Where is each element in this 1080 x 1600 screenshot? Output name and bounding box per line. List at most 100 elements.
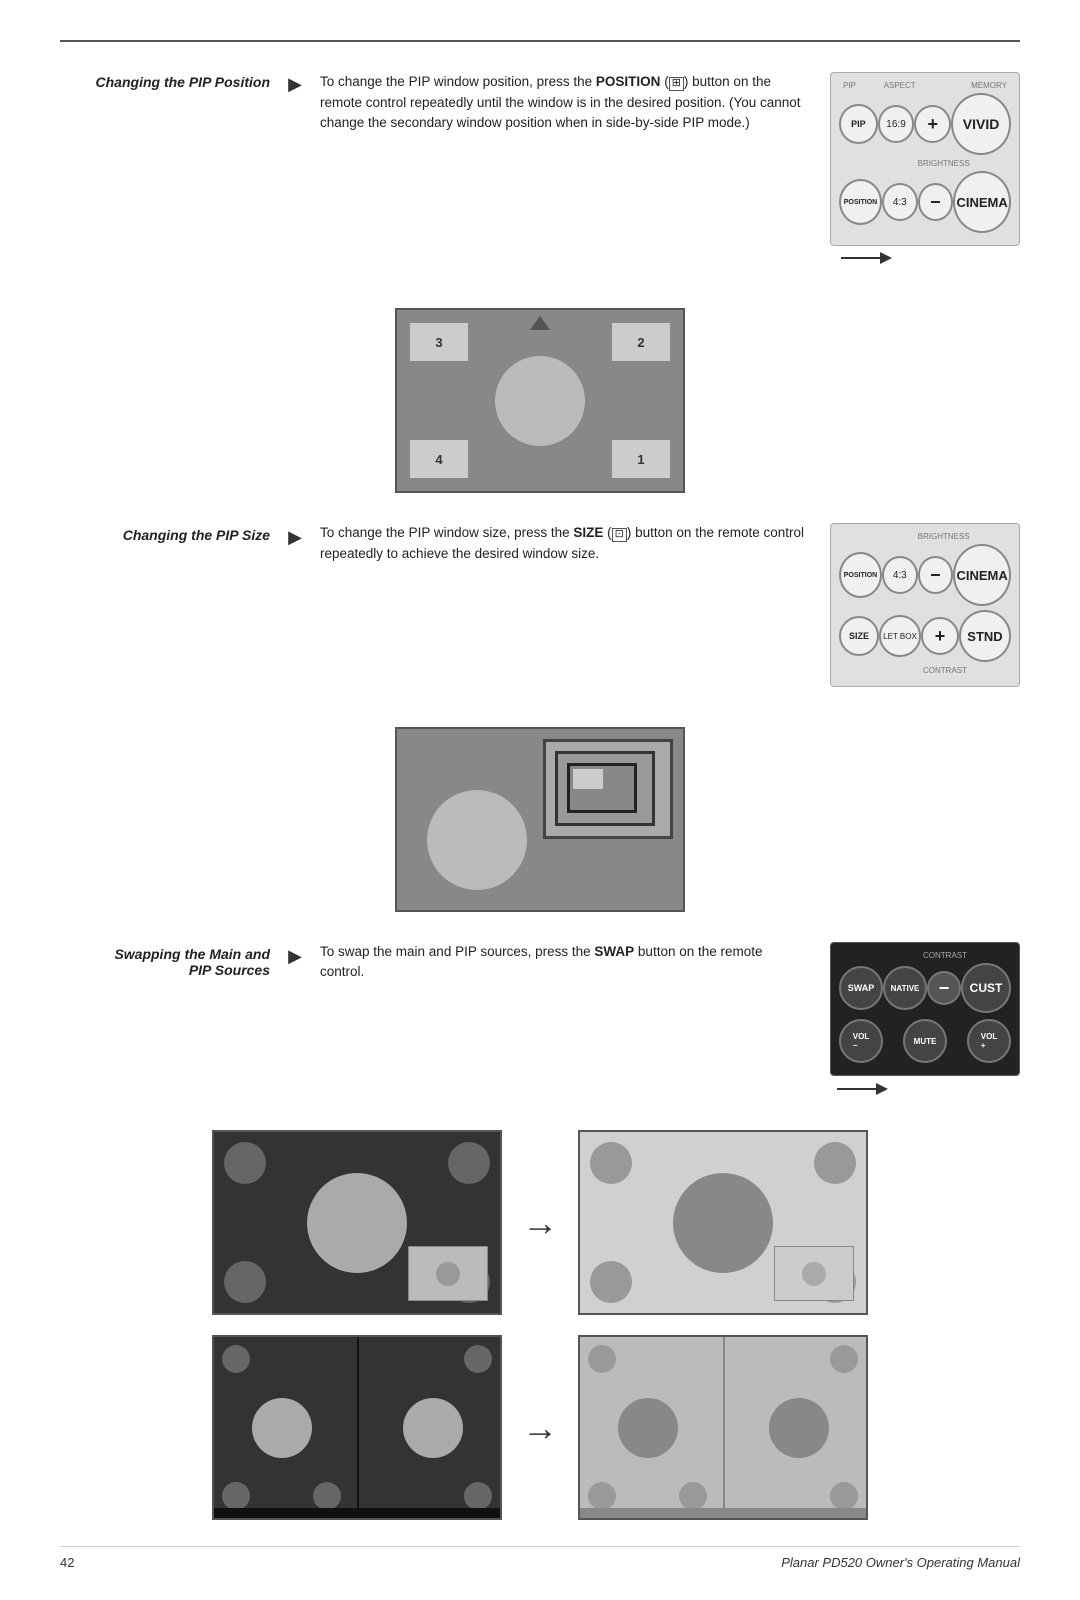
- sbs-left-a: [580, 1337, 715, 1518]
- pip-position-label: Changing the PIP Position: [60, 72, 280, 90]
- swap-btn: SWAP: [839, 966, 883, 1010]
- aspect-43-btn-2: 4:3: [882, 556, 918, 594]
- remote-swap-row-1: SWAP NATIVE − CUST: [839, 963, 1011, 1013]
- vivid-btn: VIVID: [951, 93, 1011, 155]
- swap-row-1: →: [60, 1130, 1020, 1315]
- swap-arrow-svg: [832, 1078, 892, 1100]
- pip-position-content: To change the PIP window position, press…: [310, 72, 810, 133]
- pip-size-title: Changing the PIP Size: [123, 527, 270, 543]
- sbs-bottom-bar: [214, 1508, 500, 1518]
- pip-size-label: Changing the PIP Size: [60, 523, 280, 543]
- remote-swap-label-row-0: CONTRAST: [839, 951, 1011, 960]
- sbs-right: [365, 1337, 500, 1518]
- sbs-circle-la: [618, 1398, 678, 1458]
- corner-tl-a: [590, 1142, 632, 1184]
- swap-after-sbs: [578, 1335, 868, 1520]
- swap-label: Swapping the Main and PIP Sources: [60, 942, 280, 978]
- pip-window-a: [774, 1246, 854, 1301]
- position-btn-2: POSITION: [839, 552, 882, 598]
- sbs-br-ra: [830, 1482, 858, 1510]
- sbs-br-r: [464, 1482, 492, 1510]
- position-icon: ⊞: [669, 77, 684, 91]
- swap-title-line1: Swapping the Main and: [114, 946, 270, 962]
- minus-btn: −: [918, 183, 954, 221]
- pip-center-circle: [495, 356, 585, 446]
- sbs-bl-l: [222, 1482, 250, 1510]
- size-icon: ⊡: [612, 528, 627, 542]
- section-pip-size: Changing the PIP Size ▶ To change the PI…: [60, 523, 1020, 687]
- sbs-circle-l: [252, 1398, 312, 1458]
- swap-arrow-right-1: →: [522, 1202, 558, 1244]
- page-number: 42: [60, 1555, 74, 1570]
- swap-after-pip: [578, 1130, 868, 1315]
- corner-bl-a: [590, 1261, 632, 1303]
- swap-before-sbs: [212, 1335, 502, 1520]
- section-swap: Swapping the Main and PIP Sources ▶ To s…: [60, 942, 1020, 1100]
- pip-size-remote: BRIGHTNESS POSITION 4:3 − CINEMA SIZE LE…: [830, 523, 1020, 687]
- sbs-tl-l: [222, 1345, 250, 1373]
- pip-inner-circle-a: [802, 1262, 826, 1286]
- swap-remote: CONTRAST SWAP NATIVE − CUST VOL− MUTE VO…: [830, 942, 1020, 1100]
- swap-diagrams: →: [60, 1130, 1020, 1520]
- sbs-tr-ra: [830, 1345, 858, 1373]
- size-btn: SIZE: [839, 616, 879, 656]
- cinema-btn-2: CINEMA: [953, 544, 1011, 606]
- section-pip-position: Changing the PIP Position ▶ To change th…: [60, 72, 1020, 268]
- remote-row-2: POSITION 4:3 − CINEMA: [839, 171, 1011, 233]
- top-border: [60, 40, 1020, 42]
- pip-position-arrow: ▶: [280, 72, 310, 95]
- vol-plus-btn: VOL+: [967, 1019, 1011, 1063]
- position-btn: POSITION: [839, 179, 882, 225]
- sbs-divider: [357, 1337, 359, 1518]
- remote-label-row-1: PIP ASPECT MEMORY: [839, 81, 1011, 90]
- sbs-tl-la: [588, 1345, 616, 1373]
- size-bold: SIZE: [573, 525, 603, 540]
- sbs-right-a: [731, 1337, 866, 1518]
- swap-bold: SWAP: [594, 944, 634, 959]
- cust-btn: CUST: [961, 963, 1011, 1013]
- pip-box-2: 2: [611, 322, 671, 362]
- remote-size-row-1: POSITION 4:3 − CINEMA: [839, 544, 1011, 606]
- sbs-br-la: [679, 1482, 707, 1510]
- cinema-btn: CINEMA: [953, 171, 1011, 233]
- pip-box-1: 1: [611, 439, 671, 479]
- minus-btn-2: −: [918, 556, 954, 594]
- pip-size-content: To change the PIP window size, press the…: [310, 523, 810, 564]
- remote-size-row-2: SIZE LET BOX + STND: [839, 610, 1011, 662]
- page-footer: 42 Planar PD520 Owner's Operating Manual: [60, 1546, 1020, 1570]
- pip-inner-circle: [436, 1262, 460, 1286]
- pip-size-diagram: [395, 727, 685, 912]
- swap-row-2: →: [60, 1335, 1020, 1520]
- remote-row-1: PIP 16:9 + VIVID: [839, 93, 1011, 155]
- pip-position-title: Changing the PIP Position: [96, 74, 270, 90]
- position-bold: POSITION: [596, 74, 661, 89]
- swap-arrow-icon: ▶: [288, 946, 302, 966]
- swap-arrow: ▶: [280, 942, 310, 967]
- pip-box-4: 4: [409, 439, 469, 479]
- remote-panel-2: BRIGHTNESS POSITION 4:3 − CINEMA SIZE LE…: [830, 523, 1020, 687]
- remote-size-label-row-0: BRIGHTNESS: [839, 532, 1011, 541]
- pip-size-text: To change the PIP window size, press the…: [320, 523, 810, 564]
- pip-size-diagram-row: [60, 717, 1020, 922]
- letbox-btn: LET BOX: [879, 615, 921, 657]
- swap-text: To swap the main and PIP sources, press …: [320, 942, 810, 983]
- pip-box-3: 3: [409, 322, 469, 362]
- arrow-icon: ▶: [288, 74, 302, 94]
- native-btn: NATIVE: [883, 966, 927, 1010]
- remote-panel-3: CONTRAST SWAP NATIVE − CUST VOL− MUTE VO…: [830, 942, 1020, 1076]
- pip-size-arrow-icon: ▶: [288, 527, 302, 547]
- sbs-br-l: [313, 1482, 341, 1510]
- size-pip-nested: [543, 739, 673, 839]
- remote-size-label-row-3: CONTRAST: [839, 666, 1011, 675]
- page-container: Changing the PIP Position ▶ To change th…: [0, 0, 1080, 1600]
- stnd-btn: STND: [959, 610, 1011, 662]
- remote-panel-1: PIP ASPECT MEMORY PIP 16:9 + VIVID BRIGH…: [830, 72, 1020, 246]
- swap-arrow-right-2: →: [522, 1407, 558, 1449]
- sbs-bl-la: [588, 1482, 616, 1510]
- minus-btn-3: −: [927, 971, 961, 1005]
- pip-position-diagram: 3 2 4 1: [395, 308, 685, 493]
- aspect-43-btn: 4:3: [882, 183, 918, 221]
- sbs-circle-r: [403, 1398, 463, 1458]
- pip-position-text: To change the PIP window position, press…: [320, 72, 810, 133]
- sbs-left: [214, 1337, 349, 1518]
